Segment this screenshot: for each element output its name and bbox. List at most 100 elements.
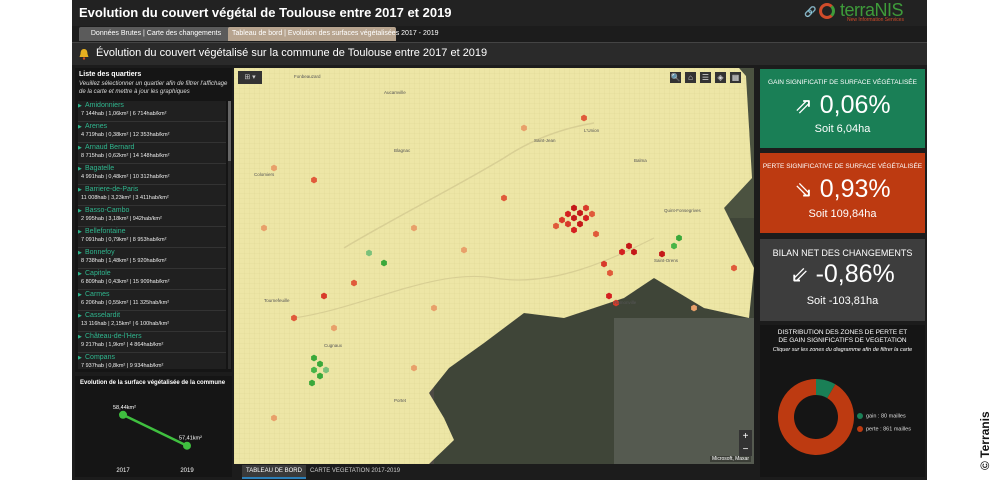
- triangle-right-icon: ▶: [78, 145, 82, 151]
- map-place-label: Ramonville: [614, 300, 637, 305]
- logo-ring-icon: [819, 3, 835, 19]
- kpi-gain-value: ⇗ 0,06%: [794, 91, 891, 119]
- map-place-label: Colomiers: [254, 172, 275, 177]
- quartier-name: Château-de-l'Hers: [85, 333, 142, 340]
- map-place-label: L'Union: [584, 128, 600, 133]
- quartiers-hint: Veuillez sélectionner un quartier afin d…: [79, 81, 228, 95]
- kpi-gain-label: GAIN SIGNIFICATIF DE SURFACE VÉGÉTALISÉE: [768, 79, 917, 86]
- list-item[interactable]: ▶ Basso-Cambo 2 995hab | 3,18km² | 942hab…: [78, 206, 226, 227]
- list-item[interactable]: ▶ Compans 7 937hab | 0,8km² | 9 934hab/km…: [78, 353, 226, 369]
- map-place-label: Aucamville: [384, 90, 406, 95]
- quartier-name: Amidonniers: [85, 102, 124, 109]
- layer-selector-icon[interactable]: ⊞ ▾: [238, 71, 262, 84]
- quartiers-scrollbar[interactable]: [228, 101, 231, 369]
- quartier-name: Barriere-de-Paris: [85, 186, 139, 193]
- kpi-gain-sub: Soit 6,04ha: [814, 123, 871, 135]
- quartiers-title: Liste des quartiers: [79, 71, 142, 78]
- evolution-point[interactable]: [183, 441, 191, 450]
- triangle-right-icon: ▶: [78, 271, 82, 277]
- map-place-label: Cugnaux: [324, 343, 343, 348]
- list-icon[interactable]: ☰: [700, 72, 711, 83]
- list-item[interactable]: ▶ Bonnefoy 8 738hab | 1,48km² | 5 920hab/…: [78, 248, 226, 269]
- quartier-stats: 7 144hab | 1,06km² | 6 714hab/km²: [81, 111, 167, 117]
- tab-carte-vegetation[interactable]: CARTE VEGETATION 2017-2019: [306, 465, 404, 477]
- list-item[interactable]: ▶ Arnaud Bernard 8 715hab | 0,62km² | 14 …: [78, 143, 226, 164]
- triangle-right-icon: ▶: [78, 103, 82, 109]
- map-canvas: [234, 68, 754, 464]
- donut-slice-perte[interactable]: [778, 379, 854, 455]
- header-bar: Evolution du couvert végétal de Toulouse…: [72, 0, 927, 26]
- quartier-stats: 4 991hab | 0,48km² | 10 312hab/km²: [81, 174, 170, 180]
- evolution-data-label: 57,41km²: [179, 436, 202, 442]
- triangle-right-icon: ▶: [78, 313, 82, 319]
- quartier-name: Capitole: [85, 270, 111, 277]
- tab-donnees-brutes[interactable]: Données Brutes | Carte des changements: [79, 27, 233, 41]
- logo-tagline: New Information Services: [847, 17, 904, 23]
- list-item[interactable]: ▶ Capitole 6 809hab | 0,43km² | 15 909hab…: [78, 269, 226, 290]
- home-icon[interactable]: ⌂: [685, 72, 696, 83]
- kpi-loss-label: PERTE SIGNIFICATIVE DE SURFACE VÉGÉTALIS…: [762, 163, 923, 170]
- quartier-stats: 4 719hab | 0,38km² | 12 353hab/km²: [81, 132, 170, 138]
- list-item[interactable]: ▶ Amidonniers 7 144hab | 1,06km² | 6 714h…: [78, 101, 226, 122]
- list-item[interactable]: ▶ Arenes 4 719hab | 0,38km² | 12 353hab/k…: [78, 122, 226, 143]
- dashboard-app: Evolution du couvert végétal de Toulouse…: [72, 0, 927, 480]
- quartier-name: Compans: [85, 354, 115, 361]
- triangle-right-icon: ▶: [78, 355, 82, 361]
- list-item[interactable]: ▶ Casselardit 13 116hab | 2,15km² | 6 100…: [78, 311, 226, 332]
- quartier-stats: 13 116hab | 2,15km² | 6 100hab/km²: [81, 321, 170, 327]
- quartier-name: Casselardit: [85, 312, 121, 319]
- zoom-in-button[interactable]: +: [739, 430, 752, 443]
- list-item[interactable]: ▶ Bagatelle 4 991hab | 0,48km² | 10 312ha…: [78, 164, 226, 185]
- evolution-panel: Evolution de la surface végétalisée de l…: [75, 376, 232, 477]
- map-place-label: Fonbeauzard: [294, 74, 321, 79]
- layers-icon[interactable]: ◈: [715, 72, 726, 83]
- map-attribution: Microsoft, Maxar: [710, 456, 751, 462]
- triangle-right-icon: ▶: [78, 166, 82, 172]
- quartiers-panel: Liste des quartiers Veuillez sélectionne…: [75, 68, 232, 372]
- map-place-label: Tournefeuille: [264, 298, 290, 303]
- quartier-stats: 7 091hab | 0,79km² | 8 953hab/km²: [81, 237, 167, 243]
- legend-perte[interactable]: perte : 861 mailles: [857, 426, 911, 434]
- quartiers-list: ▶ Amidonniers 7 144hab | 1,06km² | 6 714h…: [78, 101, 226, 369]
- list-item[interactable]: ▶ Carmes 6 206hab | 0,55km² | 11 325hab/k…: [78, 290, 226, 311]
- arrow-up-right-icon: ⇗: [794, 93, 813, 118]
- quartier-stats: 9 217hab | 1,9km² | 4 864hab/km²: [81, 342, 164, 348]
- list-item[interactable]: ▶ Barriere-de-Paris 11 008hab | 3,23km² |…: [78, 185, 226, 206]
- bell-icon: [79, 49, 89, 60]
- arrow-down-left-icon: ⇙: [790, 262, 809, 287]
- list-item[interactable]: ▶ Château-de-l'Hers 9 217hab | 1,9km² | 4…: [78, 332, 226, 353]
- bottom-tabs: TABLEAU DE BORD CARTE VEGETATION 2017-20…: [234, 465, 754, 480]
- evolution-point[interactable]: [119, 410, 127, 419]
- triangle-right-icon: ▶: [78, 187, 82, 193]
- basemap-icon[interactable]: ▦: [730, 72, 741, 83]
- quartier-name: Basso-Cambo: [85, 207, 130, 214]
- map-place-label: Saint-Orens: [654, 258, 679, 263]
- evolution-series-line: [122, 413, 188, 447]
- link-icon[interactable]: 🔗: [804, 7, 816, 18]
- legend-perte-swatch: [857, 426, 863, 432]
- quartier-name: Bellefontaine: [85, 228, 126, 235]
- distribution-hint: Cliquer sur les zones du diagramme afin …: [772, 347, 913, 353]
- top-tabs: Données Brutes | Carte des changements T…: [72, 26, 927, 42]
- tab-tableau-bord-bottom[interactable]: TABLEAU DE BORD: [242, 465, 306, 479]
- list-item[interactable]: ▶ Bellefontaine 7 091hab | 0,79km² | 8 95…: [78, 227, 226, 248]
- distribution-title: DISTRIBUTION DES ZONES DE PERTE ET DE GAI…: [777, 329, 908, 344]
- kpi-net-sub: Soit -103,81ha: [806, 295, 879, 307]
- legend-gain[interactable]: gain : 80 mailles: [857, 413, 906, 421]
- kpi-loss-sub: Soit 109,84ha: [808, 208, 877, 220]
- quartier-name: Carmes: [85, 291, 110, 298]
- map-place-label: Balma: [634, 158, 647, 163]
- evolution-x-tick: 2019: [180, 468, 194, 474]
- tab-tableau-de-bord[interactable]: Tableau de bord | Evolution des surfaces…: [228, 27, 439, 41]
- zoom-out-button[interactable]: −: [739, 443, 752, 456]
- search-icon[interactable]: 🔍: [670, 72, 681, 83]
- kpi-loss-value: ⇘ 0,93%: [794, 175, 891, 203]
- map-view[interactable]: ⊞ ▾ 🔍 ⌂ ☰ ◈ ▦ Fonbeauzard Aucamville L'Uni…: [234, 68, 754, 464]
- distribution-donut-chart[interactable]: [760, 361, 860, 471]
- map-place-label: Saint-Jean: [534, 138, 556, 143]
- subheader-bar: Évolution du couvert végétalisé sur la c…: [72, 42, 927, 65]
- scrollbar-thumb[interactable]: [228, 101, 231, 161]
- map-place-label: Quint-Fonsegrives: [664, 208, 701, 213]
- triangle-right-icon: ▶: [78, 208, 82, 214]
- kpi-net-label: BILAN NET DES CHANGEMENTS: [772, 248, 913, 258]
